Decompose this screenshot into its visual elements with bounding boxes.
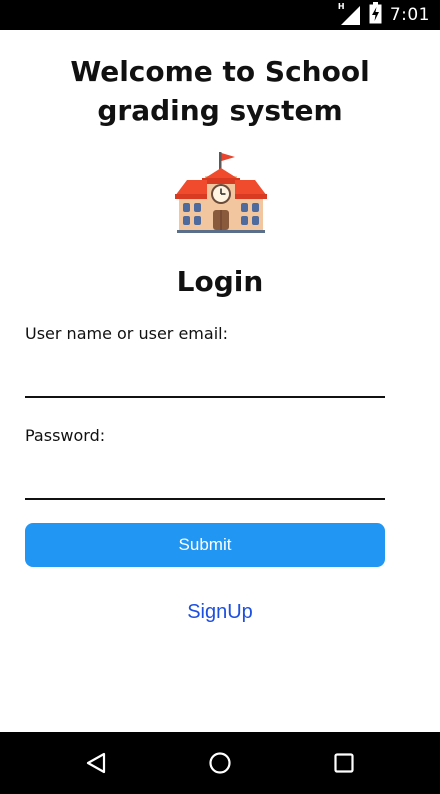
signup-link-row: SignUp xyxy=(0,601,440,624)
username-label: User name or user email: xyxy=(25,324,228,343)
school-building-icon xyxy=(175,150,267,234)
login-screen: Welcome to School grading system Login U… xyxy=(0,30,440,732)
back-icon xyxy=(86,752,106,774)
recents-button[interactable] xyxy=(314,732,374,794)
battery-charging-icon xyxy=(369,2,382,28)
home-icon xyxy=(209,752,231,774)
status-icons: H 7:01 xyxy=(337,0,430,30)
status-bar: H 7:01 xyxy=(0,0,440,30)
status-time: 7:01 xyxy=(389,5,430,25)
username-input[interactable] xyxy=(25,364,385,398)
password-input[interactable] xyxy=(25,466,385,500)
navigation-bar xyxy=(0,732,440,794)
login-heading: Login xyxy=(176,265,264,298)
welcome-title: Welcome to School grading system xyxy=(70,55,370,127)
back-button[interactable] xyxy=(66,732,126,794)
recents-icon xyxy=(334,753,354,773)
password-label: Password: xyxy=(25,426,106,445)
app-screen: H 7:01 Welcome to School grading system xyxy=(0,0,440,794)
signup-link[interactable]: SignUp xyxy=(187,601,253,623)
network-type-label: H xyxy=(337,2,345,11)
signal-icon: H xyxy=(337,2,361,26)
home-button[interactable] xyxy=(190,732,250,794)
submit-button[interactable]: Submit xyxy=(25,523,385,567)
